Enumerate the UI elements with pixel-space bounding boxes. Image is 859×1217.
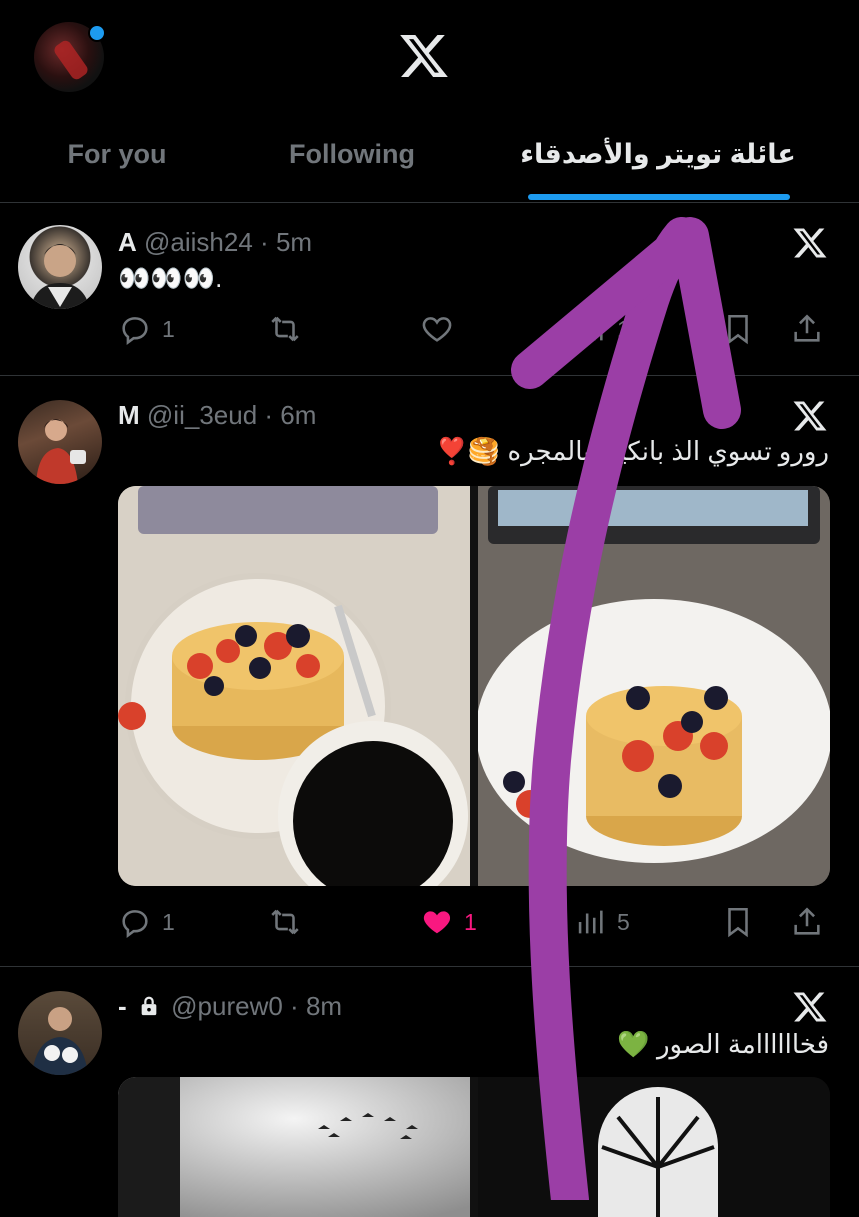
display-name[interactable]: M bbox=[118, 400, 140, 430]
arched-window-photo bbox=[478, 1077, 830, 1217]
reply-button[interactable]: 1 bbox=[118, 902, 175, 942]
avatar[interactable] bbox=[18, 225, 102, 309]
retweet-button[interactable] bbox=[268, 309, 302, 349]
share-button[interactable] bbox=[790, 902, 824, 942]
handle[interactable]: @purew0 bbox=[171, 991, 283, 1021]
timestamp: 5m bbox=[275, 227, 313, 257]
tweet-header: - @purew0 · 8m bbox=[118, 991, 343, 1021]
tweet-actions: 1 12 bbox=[118, 309, 830, 349]
like-button[interactable] bbox=[420, 309, 454, 349]
view-count: 5 bbox=[617, 908, 630, 935]
notification-dot bbox=[88, 24, 106, 42]
tweet-text: 👀👀👀. bbox=[118, 263, 223, 293]
handle[interactable]: @ii_3eud bbox=[147, 400, 257, 430]
tweet-image[interactable] bbox=[118, 1077, 470, 1217]
retweet-button[interactable] bbox=[268, 902, 302, 942]
x-logo-icon bbox=[793, 228, 827, 258]
lock-icon bbox=[141, 996, 157, 1016]
bookmark-button[interactable] bbox=[721, 902, 755, 942]
reply-button[interactable]: 1 bbox=[118, 309, 175, 349]
tweet-media[interactable] bbox=[118, 486, 830, 886]
display-name[interactable]: A bbox=[118, 227, 137, 257]
timestamp: 6m bbox=[280, 400, 317, 430]
share-button[interactable] bbox=[790, 309, 824, 349]
active-tab-indicator bbox=[528, 194, 790, 200]
avatar[interactable] bbox=[18, 991, 102, 1075]
views-icon bbox=[578, 317, 603, 341]
like-count: 1 bbox=[464, 908, 477, 935]
retweet-icon bbox=[271, 909, 299, 935]
avatar-person-icon bbox=[30, 244, 90, 309]
reply-icon bbox=[122, 317, 148, 346]
tab-twitter-family[interactable]: عائلة تويتر والأصدقاء bbox=[520, 118, 796, 202]
heart-icon bbox=[422, 317, 452, 342]
pancake-photo bbox=[118, 486, 470, 886]
tweet-media[interactable] bbox=[118, 1077, 830, 1217]
bookmark-button[interactable] bbox=[721, 309, 755, 349]
tweet-image[interactable] bbox=[476, 486, 830, 886]
like-button[interactable]: 1 bbox=[420, 902, 477, 942]
share-icon bbox=[794, 907, 820, 935]
avatar-person-icon bbox=[32, 1007, 88, 1075]
display-name[interactable]: - bbox=[118, 991, 127, 1021]
reply-count: 1 bbox=[162, 315, 175, 342]
tweet-image[interactable] bbox=[118, 486, 470, 886]
bookmark-icon bbox=[728, 907, 748, 938]
heart-filled-icon bbox=[423, 911, 451, 934]
views-button[interactable]: 12 bbox=[573, 309, 643, 349]
tweet-1[interactable]: A @aiish24 · 5m 👀👀👀. 1 12 bbox=[0, 203, 859, 376]
x-logo-icon[interactable] bbox=[396, 30, 452, 82]
handle[interactable]: @aiish24 bbox=[144, 227, 253, 257]
top-bar: For you Following عائلة تويتر والأصدقاء bbox=[0, 0, 859, 203]
tab-for-you[interactable]: For you bbox=[40, 118, 194, 202]
tweet-image[interactable] bbox=[478, 1077, 830, 1217]
views-button[interactable]: 5 bbox=[573, 902, 630, 942]
reply-count: 1 bbox=[162, 908, 175, 935]
tweet-text: فخاااااامة الصور 💚 bbox=[617, 1029, 829, 1059]
tweet-text: رورو تسوي الذ بانكيك بالمجره 🥞❣️ bbox=[435, 436, 829, 466]
retweet-icon bbox=[271, 316, 299, 342]
tweet-header: A @aiish24 · 5m bbox=[118, 227, 313, 257]
x-logo-icon bbox=[793, 992, 827, 1022]
view-count: 12 bbox=[617, 315, 643, 342]
jets-sky-photo bbox=[118, 1077, 470, 1217]
tab-following[interactable]: Following bbox=[272, 118, 432, 202]
avatar-person-icon bbox=[36, 419, 86, 484]
avatar[interactable] bbox=[18, 400, 102, 484]
tweet-2[interactable]: M @ii_3eud · 6m رورو تسوي الذ بانكيك بال… bbox=[0, 376, 859, 967]
tweet-3[interactable]: - @purew0 · 8m فخاااااامة الصور 💚 bbox=[0, 967, 859, 1217]
reply-icon bbox=[122, 910, 148, 939]
views-icon bbox=[578, 910, 603, 934]
tweet-header: M @ii_3eud · 6m bbox=[118, 400, 317, 430]
timeline-tabs: For you Following عائلة تويتر والأصدقاء bbox=[0, 118, 859, 202]
x-logo-icon bbox=[793, 401, 827, 431]
tweet-actions: 1 1 5 bbox=[118, 902, 830, 942]
pancake-photo bbox=[476, 486, 830, 886]
share-icon bbox=[794, 314, 820, 342]
timestamp: 8m bbox=[305, 991, 343, 1021]
bookmark-icon bbox=[728, 314, 748, 345]
